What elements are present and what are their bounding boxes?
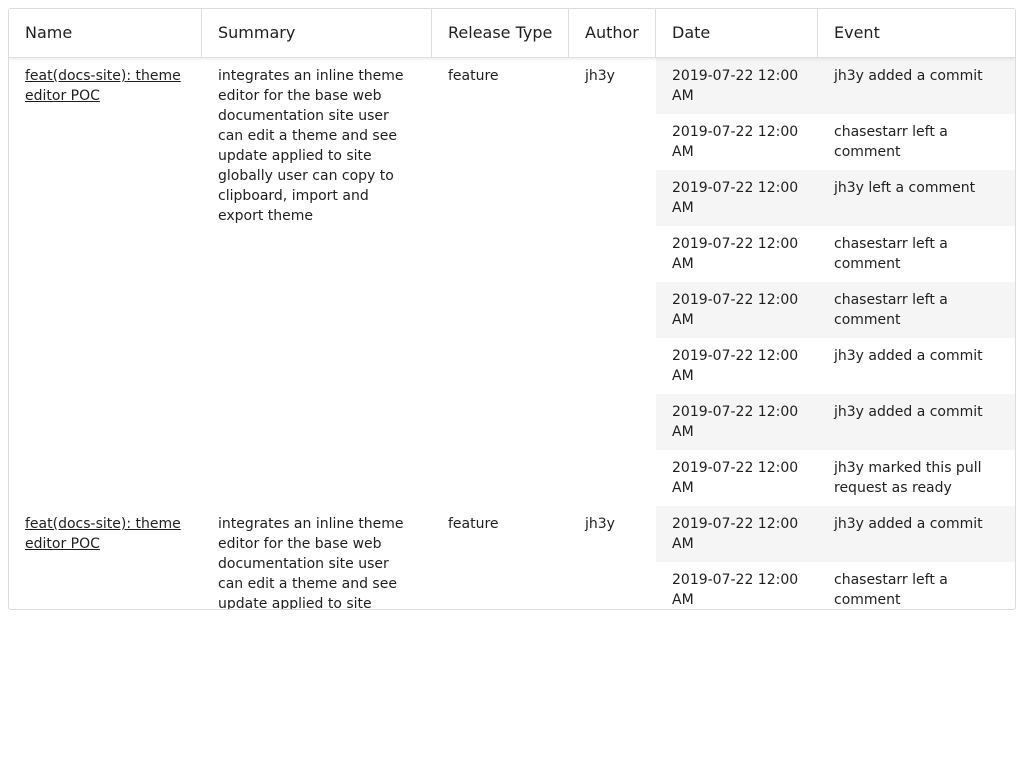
summary-cell: integrates an inline theme editor for th… <box>218 516 404 609</box>
event-date: 2019-07-22 12:00 AM <box>672 348 799 384</box>
event-date: 2019-07-22 12:00 AM <box>672 68 799 104</box>
column-header-author[interactable]: Author <box>569 9 656 57</box>
release-type-cell: feature <box>448 68 499 84</box>
event-date: 2019-07-22 12:00 AM <box>672 236 799 272</box>
column-header-event[interactable]: Event <box>818 9 1015 57</box>
table-row: feat(docs-site): theme editor POC integr… <box>9 506 1015 609</box>
event-row: 2019-07-22 12:00 AM jh3y added a commit <box>656 58 1015 114</box>
author-cell: jh3y <box>585 516 615 532</box>
event-date: 2019-07-22 12:00 AM <box>672 572 799 608</box>
event-row: 2019-07-22 12:00 AM jh3y added a commit <box>656 506 1015 562</box>
data-table: Name Summary Release Type Author Date Ev… <box>8 8 1016 610</box>
column-header-name[interactable]: Name <box>9 9 202 57</box>
event-row: 2019-07-22 12:00 AM jh3y added a commit <box>656 394 1015 450</box>
pull-request-link[interactable]: feat(docs-site): theme editor POC <box>25 68 181 104</box>
events-list: 2019-07-22 12:00 AM jh3y added a commit … <box>656 58 1015 506</box>
event-description: jh3y added a commit <box>834 516 983 532</box>
event-description: jh3y added a commit <box>834 348 983 364</box>
event-row: 2019-07-22 12:00 AM chasestarr left a co… <box>656 282 1015 338</box>
table-row: feat(docs-site): theme editor POC integr… <box>9 58 1015 506</box>
event-description: chasestarr left a comment <box>834 292 948 328</box>
author-cell: jh3y <box>585 68 615 84</box>
event-row: 2019-07-22 12:00 AM chasestarr left a co… <box>656 226 1015 282</box>
name-cell: feat(docs-site): theme editor POC <box>9 506 202 554</box>
event-date: 2019-07-22 12:00 AM <box>672 404 799 440</box>
event-row: 2019-07-22 12:00 AM chasestarr left a co… <box>656 562 1015 609</box>
event-description: jh3y marked this pull request as ready <box>834 460 982 496</box>
event-date: 2019-07-22 12:00 AM <box>672 292 799 328</box>
event-date: 2019-07-22 12:00 AM <box>672 516 799 552</box>
summary-cell: integrates an inline theme editor for th… <box>218 68 404 224</box>
event-date: 2019-07-22 12:00 AM <box>672 124 799 160</box>
event-row: 2019-07-22 12:00 AM chasestarr left a co… <box>656 114 1015 170</box>
event-date: 2019-07-22 12:00 AM <box>672 180 799 216</box>
events-list: 2019-07-22 12:00 AM jh3y added a commit … <box>656 506 1015 609</box>
event-description: chasestarr left a comment <box>834 572 948 608</box>
name-cell: feat(docs-site): theme editor POC <box>9 58 202 106</box>
pull-request-link[interactable]: feat(docs-site): theme editor POC <box>25 516 181 552</box>
event-row: 2019-07-22 12:00 AM jh3y marked this pul… <box>656 450 1015 506</box>
column-header-release-type[interactable]: Release Type <box>432 9 569 57</box>
event-description: chasestarr left a comment <box>834 236 948 272</box>
event-description: jh3y added a commit <box>834 404 983 420</box>
table-body[interactable]: feat(docs-site): theme editor POC integr… <box>9 58 1015 609</box>
column-header-summary[interactable]: Summary <box>202 9 432 57</box>
event-description: jh3y added a commit <box>834 68 983 84</box>
event-row: 2019-07-22 12:00 AM jh3y added a commit <box>656 338 1015 394</box>
table-header: Name Summary Release Type Author Date Ev… <box>9 9 1015 58</box>
event-date: 2019-07-22 12:00 AM <box>672 460 799 496</box>
event-description: jh3y left a comment <box>834 180 976 196</box>
release-type-cell: feature <box>448 516 499 532</box>
event-description: chasestarr left a comment <box>834 124 948 160</box>
event-row: 2019-07-22 12:00 AM jh3y left a comment <box>656 170 1015 226</box>
column-header-date[interactable]: Date <box>656 9 818 57</box>
